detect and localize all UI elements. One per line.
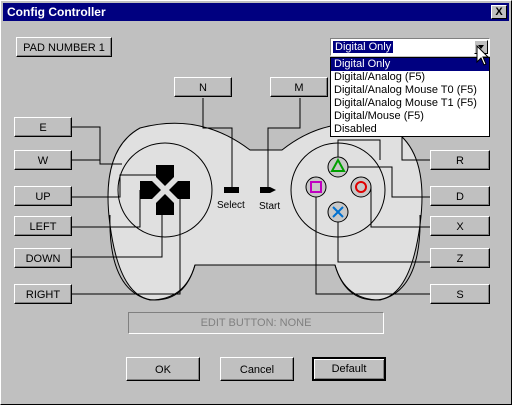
- mode-option[interactable]: Digital/Analog Mouse T0 (F5): [331, 84, 489, 97]
- mode-select[interactable]: Digital Only: [330, 38, 490, 56]
- w-mapping-button[interactable]: W: [14, 150, 72, 170]
- mode-option[interactable]: Digital/Mouse (F5): [331, 110, 489, 123]
- start-label: Start: [259, 201, 280, 212]
- dropdown-arrow-button[interactable]: [474, 40, 488, 54]
- default-button[interactable]: Default: [312, 357, 386, 381]
- ok-button[interactable]: OK: [126, 357, 200, 381]
- mode-select-value: Digital Only: [331, 40, 395, 54]
- pad-number-button[interactable]: PAD NUMBER 1: [16, 37, 112, 57]
- select-button: [224, 187, 239, 193]
- cancel-button[interactable]: Cancel: [220, 357, 294, 381]
- right-mapping-button[interactable]: RIGHT: [14, 284, 72, 304]
- triangle-mapping-button[interactable]: D: [430, 186, 490, 206]
- square-button: [305, 176, 327, 198]
- mode-option[interactable]: Digital Only: [331, 58, 489, 71]
- mode-option[interactable]: Disabled: [331, 123, 489, 136]
- square-mapping-button[interactable]: S: [430, 284, 490, 304]
- edit-button-status: EDIT BUTTON: NONE: [128, 312, 384, 334]
- chevron-down-icon: [478, 45, 484, 49]
- circle-button: [350, 176, 372, 198]
- circle-mapping-button[interactable]: Z: [430, 248, 490, 268]
- e-mapping-button[interactable]: E: [14, 117, 72, 137]
- up-mapping-button[interactable]: UP: [14, 186, 72, 206]
- l2-mapping-button[interactable]: M: [270, 77, 328, 97]
- r-mapping-button[interactable]: R: [430, 150, 490, 170]
- mode-dropdown-list: Digital Only Digital/Analog (F5) Digital…: [330, 57, 490, 137]
- select-label: Select: [217, 200, 245, 211]
- cross-mapping-button[interactable]: X: [430, 216, 490, 236]
- left-mapping-button[interactable]: LEFT: [14, 216, 72, 236]
- down-mapping-button[interactable]: DOWN: [14, 248, 72, 268]
- mode-option[interactable]: Digital/Analog (F5): [331, 71, 489, 84]
- dpad-circle: [117, 142, 213, 238]
- mode-option[interactable]: Digital/Analog Mouse T1 (F5): [331, 97, 489, 110]
- l1-mapping-button[interactable]: N: [174, 77, 232, 97]
